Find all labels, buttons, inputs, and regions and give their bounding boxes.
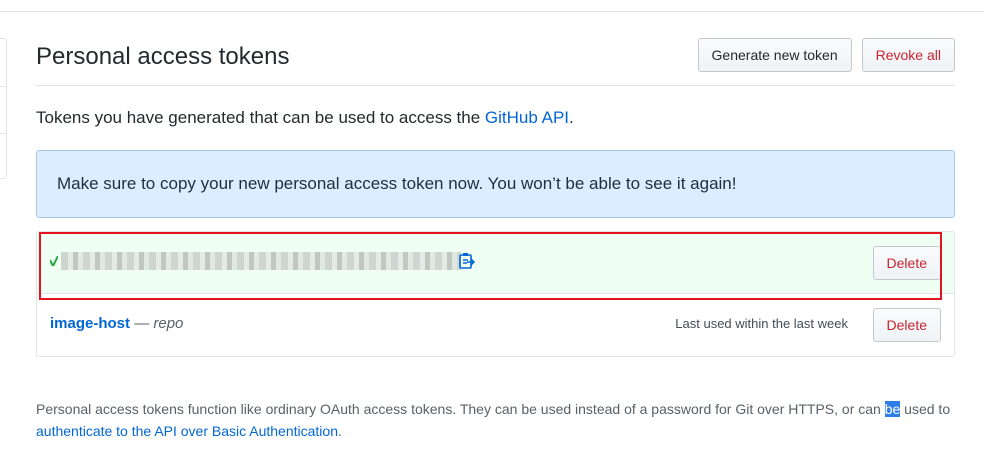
- basic-auth-link[interactable]: authenticate to the API over Basic Authe…: [36, 423, 338, 439]
- page-title: Personal access tokens: [36, 43, 290, 70]
- token-name-group: image-host — repo: [50, 315, 183, 332]
- main-content: Personal access tokens Generate new toke…: [36, 38, 955, 357]
- selected-text: be: [884, 401, 901, 417]
- footnote-text: Personal access tokens function like ord…: [36, 401, 885, 417]
- check-icon: [50, 256, 58, 266]
- new-token-row: ab12cd34ef56gh78ij90kl12mn34op56qr78st90…: [37, 232, 954, 294]
- revoke-all-button[interactable]: Revoke all: [861, 38, 955, 72]
- token-separator: —: [134, 315, 150, 332]
- footnote-end: .: [337, 423, 342, 439]
- github-api-link[interactable]: GitHub API: [485, 108, 569, 127]
- settings-sidebar-edge: [0, 38, 7, 179]
- intro-text-end: .: [569, 108, 574, 127]
- flash-message: Make sure to copy your new personal acce…: [57, 174, 737, 193]
- token-name-link[interactable]: image-host: [50, 315, 130, 332]
- header-actions: Generate new token Revoke all: [697, 38, 955, 72]
- subhead: Personal access tokens Generate new toke…: [36, 38, 955, 86]
- footnote-text-2: used to: [900, 401, 951, 417]
- token-last-used: Last used within the last week: [675, 316, 848, 331]
- footnote: Personal access tokens function like ord…: [36, 398, 956, 442]
- intro-text-body: Tokens you have generated that can be us…: [36, 108, 485, 127]
- copy-token-flash: Make sure to copy your new personal acce…: [36, 150, 955, 218]
- intro-text: Tokens you have generated that can be us…: [36, 108, 955, 128]
- clipboard-icon[interactable]: [458, 252, 476, 270]
- sidebar-separator: [0, 86, 6, 87]
- top-divider: [0, 11, 984, 12]
- token-value-redacted[interactable]: ab12cd34ef56gh78ij90kl12mn34op56qr78st90: [61, 252, 461, 270]
- token-list: ab12cd34ef56gh78ij90kl12mn34op56qr78st90…: [36, 231, 955, 357]
- generate-new-token-button[interactable]: Generate new token: [697, 38, 852, 72]
- token-row: image-host — repo Last used within the l…: [37, 294, 954, 356]
- delete-token-button[interactable]: Delete: [872, 308, 941, 342]
- delete-new-token-button[interactable]: Delete: [872, 246, 941, 280]
- sidebar-separator: [0, 133, 6, 134]
- token-scope: repo: [153, 315, 184, 332]
